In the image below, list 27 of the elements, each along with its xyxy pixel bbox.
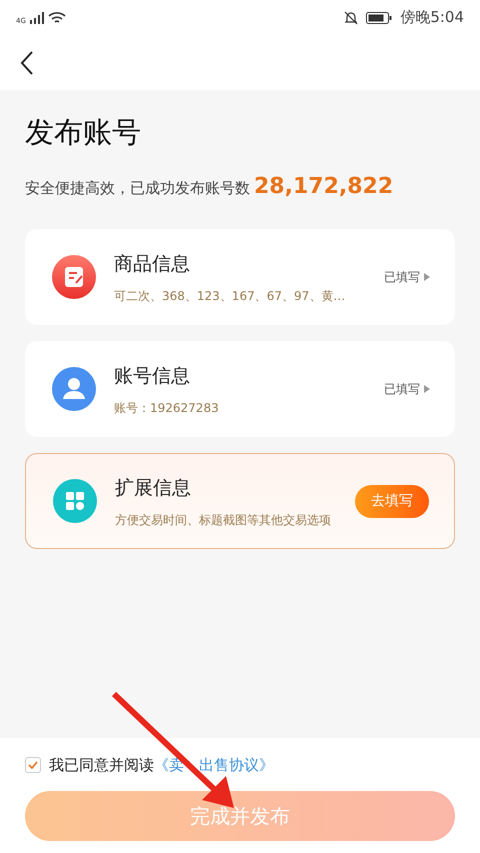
triangle-icon (424, 273, 430, 282)
filled-status-link[interactable]: 已填写 (384, 380, 430, 398)
card-title: 账号信息 (114, 364, 191, 389)
agreement-text: 我已同意并阅读 (49, 755, 154, 776)
clock-label: 傍晚5:04 (400, 7, 464, 28)
info-card[interactable]: 商品信息 可二次、368、123、167、67、97、黄… 已填写 (25, 229, 455, 326)
note-icon (50, 253, 98, 302)
triangle-icon (424, 385, 430, 394)
person-icon (50, 365, 98, 414)
card-detail: 账号：192627283 (114, 400, 220, 416)
bell-muted-icon (344, 10, 358, 24)
grid-icon (51, 477, 99, 526)
info-card[interactable]: 账号信息 账号：192627283 已填写 (25, 341, 455, 438)
card-title: 商品信息 (114, 252, 191, 277)
card-title: 扩展信息 (115, 476, 192, 501)
agree-checkbox[interactable] (25, 757, 41, 774)
info-card[interactable]: 扩展信息 方便交易时间、标题截图等其他交易选项 去填写 (25, 453, 455, 550)
signal-icon (30, 12, 44, 24)
filled-status-link[interactable]: 已填写 (384, 268, 430, 286)
card-detail: 可二次、368、123、167、67、97、黄… (114, 288, 346, 304)
card-detail: 方便交易时间、标题截图等其他交易选项 (115, 512, 332, 528)
subtitle-text: 安全便捷高效，已成功发布账号数 (25, 178, 250, 200)
check-icon (28, 761, 38, 770)
wifi-icon (48, 10, 66, 24)
published-count: 28,172,822 (254, 173, 394, 202)
battery-icon (366, 12, 392, 24)
page-title: 发布账号 (25, 114, 142, 150)
